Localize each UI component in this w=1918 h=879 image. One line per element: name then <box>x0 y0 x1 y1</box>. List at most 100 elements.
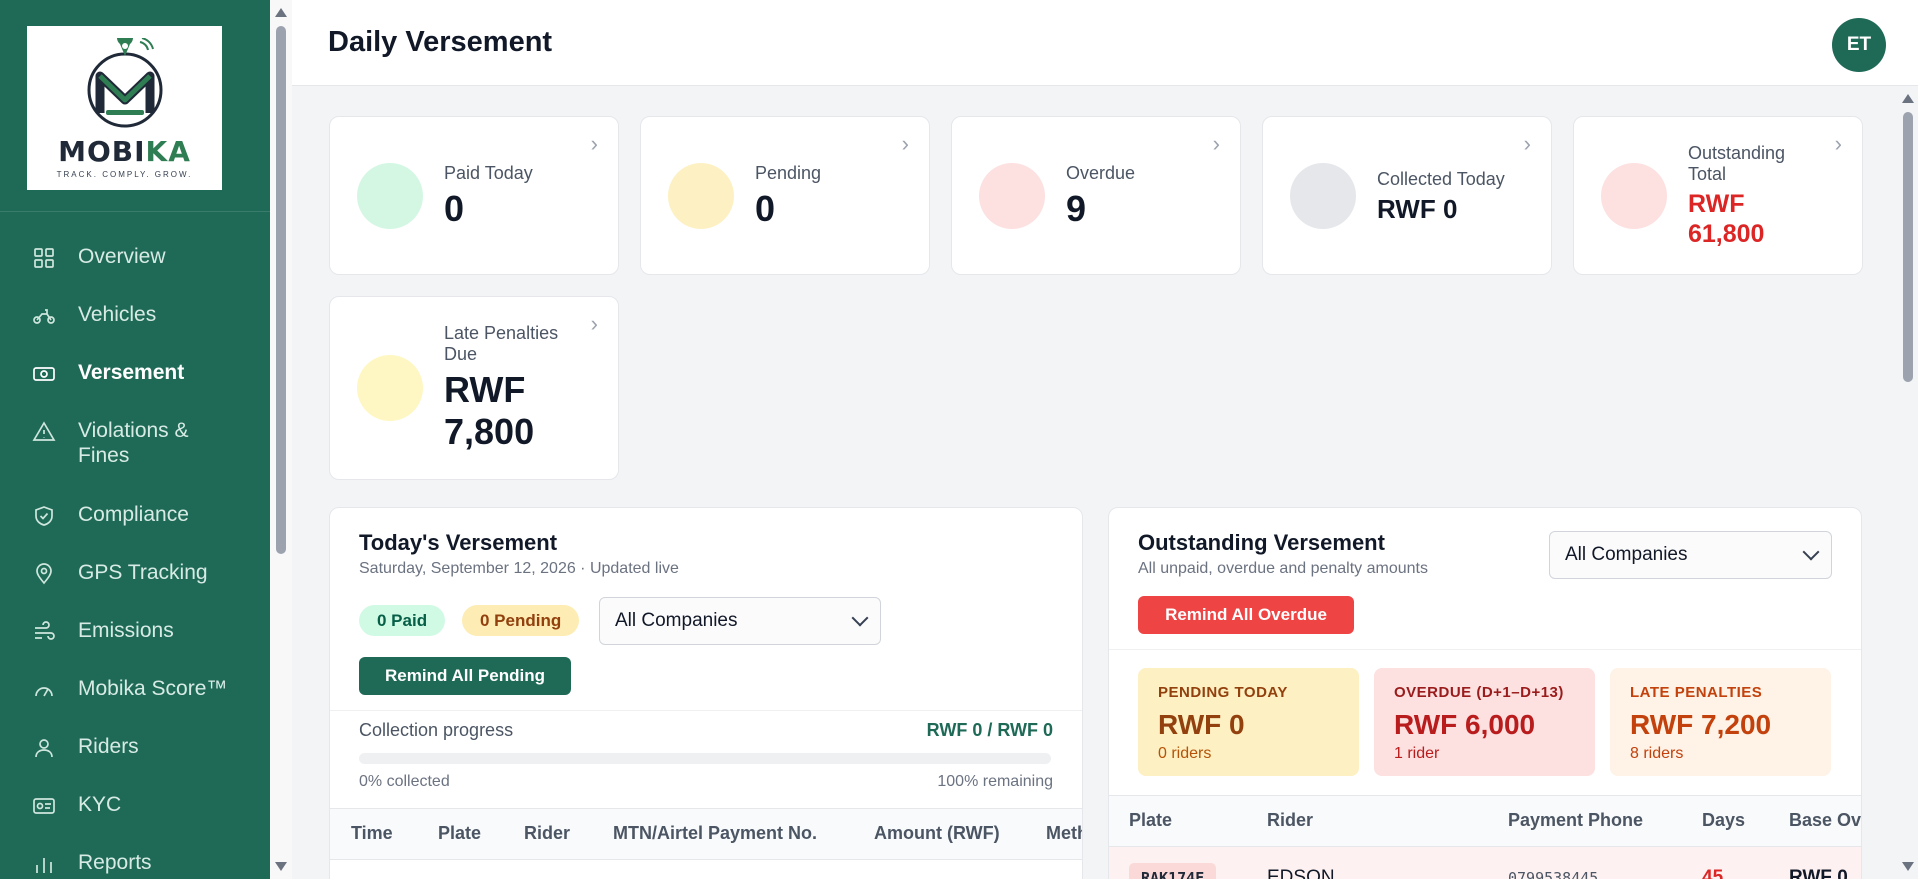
sidebar-item-overview[interactable]: Overview <box>0 236 270 294</box>
rider-cell: EDSON <box>1267 867 1335 879</box>
stat-label: Overdue <box>1066 163 1136 183</box>
column-header[interactable]: Rider <box>1267 810 1313 831</box>
days-cell: 45 <box>1702 867 1724 879</box>
sidebar-item-label: Mobika Score™ <box>78 677 228 700</box>
user-icon <box>32 736 56 760</box>
sidebar-item-label: Overview <box>78 245 166 268</box>
stat-value: RWF 7,800 <box>444 369 535 452</box>
base-cell: RWF 0 <box>1789 867 1848 879</box>
column-header[interactable]: Amount (RWF) <box>874 823 1000 844</box>
summary-value: RWF 0 <box>1158 709 1245 740</box>
chevron-right-icon: › <box>901 131 909 156</box>
stat-card-collected-today[interactable]: Collected Today RWF 0 › <box>1262 116 1552 275</box>
stat-text: Outstanding Total RWF 61,800 <box>1688 143 1818 249</box>
sidebar-item-mobika-score[interactable]: Mobika Score™ <box>0 668 270 726</box>
gauge-icon <box>32 678 56 702</box>
sidebar-item-versement[interactable]: Versement <box>0 352 270 410</box>
column-header[interactable]: Payment Phone <box>1508 810 1643 831</box>
panel-title: Today's Versement <box>359 530 558 555</box>
plate-badge: RAK174F <box>1129 863 1217 879</box>
stat-circle <box>1601 163 1667 229</box>
column-header[interactable]: Days <box>1702 810 1745 831</box>
stat-text: Pending 0 <box>755 163 821 228</box>
warning-icon <box>32 420 56 444</box>
sidebar-item-riders[interactable]: Riders <box>0 726 270 784</box>
column-header[interactable]: Plate <box>1129 810 1172 831</box>
scroll-up-arrow[interactable] <box>275 8 287 17</box>
sidebar-scrollbar[interactable] <box>270 0 292 879</box>
sidebar-item-label: Violations & Fines <box>78 419 189 467</box>
stat-text: Paid Today 0 <box>444 163 533 228</box>
scroll-down-arrow[interactable] <box>1902 862 1914 871</box>
stat-card-overdue[interactable]: Overdue 9 › <box>951 116 1241 275</box>
stat-circle <box>979 163 1045 229</box>
stat-text: Late Penalties Due RWF 7,800 <box>444 323 594 453</box>
stat-card-late-penalties[interactable]: Late Penalties Due RWF 7,800 › <box>329 296 619 480</box>
progress-remaining: 100% remaining <box>937 773 1053 790</box>
summary-pending-today[interactable]: PENDING TODAY RWF 0 0 riders <box>1138 668 1359 776</box>
sidebar-item-violations-fines[interactable]: Violations & Fines <box>0 410 270 494</box>
stat-text: Overdue 9 <box>1066 163 1135 228</box>
select-value: All Companies <box>615 610 738 631</box>
brand-logo[interactable]: MOBIKA TRACK. COMPLY. GROW. <box>27 26 222 190</box>
progress-amount: RWF 0 / RWF 0 <box>926 720 1053 740</box>
sidebar-item-kyc[interactable]: KYC <box>0 784 270 842</box>
sidebar-item-label: Compliance <box>78 503 189 526</box>
remind-all-overdue-button[interactable]: Remind All Overdue <box>1138 596 1354 634</box>
scroll-down-arrow[interactable] <box>275 862 287 871</box>
stat-label: Collected Today <box>1377 169 1505 189</box>
main-scrollbar[interactable] <box>1898 86 1918 879</box>
chevron-right-icon: › <box>590 311 598 336</box>
stat-circle <box>357 163 423 229</box>
avatar[interactable]: ET <box>1832 18 1886 72</box>
sidebar-item-label: Versement <box>78 361 185 384</box>
emissions-icon <box>32 620 56 644</box>
sidebar-item-label: GPS Tracking <box>78 561 208 584</box>
column-header[interactable]: MTN/Airtel Payment No. <box>613 823 817 844</box>
top-header: Daily Versement ET <box>292 0 1918 86</box>
bar-chart-icon <box>32 852 56 876</box>
cash-icon <box>32 362 56 386</box>
table-row[interactable]: RAK174F EDSON 0799538445 45 RWF 0 <box>1109 847 1861 879</box>
column-header[interactable]: Rider <box>524 823 570 844</box>
sidebar-item-label: Emissions <box>78 619 174 642</box>
pending-count-pill[interactable]: 0 Pending <box>462 605 580 636</box>
column-header[interactable]: Time <box>351 823 393 844</box>
panel-title: Outstanding Versement <box>1138 530 1385 555</box>
paid-count-pill[interactable]: 0 Paid <box>359 605 446 636</box>
sidebar-item-compliance[interactable]: Compliance <box>0 494 270 552</box>
chevron-right-icon: › <box>1834 131 1842 156</box>
scrollbar-thumb[interactable] <box>276 26 286 554</box>
brand-name: MOBIKA <box>58 134 191 168</box>
grid-icon <box>32 246 56 270</box>
sidebar-divider <box>0 211 270 212</box>
company-filter-select[interactable]: All Companies <box>599 597 881 645</box>
remind-all-pending-button[interactable]: Remind All Pending <box>359 657 571 695</box>
column-header[interactable]: Method <box>1046 823 1082 844</box>
company-filter-select[interactable]: All Companies <box>1549 531 1832 579</box>
summary-label: OVERDUE (D+1–D+13) <box>1394 684 1564 701</box>
sidebar-item-vehicles[interactable]: Vehicles <box>0 294 270 352</box>
summary-overdue[interactable]: OVERDUE (D+1–D+13) RWF 6,000 1 rider <box>1374 668 1595 776</box>
stat-circle <box>357 355 423 421</box>
sidebar-item-label: Vehicles <box>78 303 157 326</box>
summary-late-penalties[interactable]: LATE PENALTIES RWF 7,200 8 riders <box>1610 668 1831 776</box>
scrollbar-thumb[interactable] <box>1903 112 1913 382</box>
progress-collected: 0% collected <box>359 773 450 790</box>
sidebar-item-gps-tracking[interactable]: GPS Tracking <box>0 552 270 610</box>
brand-tagline: TRACK. COMPLY. GROW. <box>56 169 193 179</box>
sidebar-item-reports[interactable]: Reports <box>0 842 270 879</box>
summary-value: RWF 7,200 <box>1630 709 1772 740</box>
stat-card-outstanding-total[interactable]: Outstanding Total RWF 61,800 › <box>1573 116 1863 275</box>
column-header[interactable]: Plate <box>438 823 481 844</box>
sidebar-item-emissions[interactable]: Emissions <box>0 610 270 668</box>
stat-card-paid-today[interactable]: Paid Today 0 › <box>329 116 619 275</box>
summary-sub: 8 riders <box>1630 745 1684 762</box>
scroll-up-arrow[interactable] <box>1902 94 1914 103</box>
chevron-right-icon: › <box>1523 131 1531 156</box>
column-header[interactable]: Base Ov <box>1789 810 1861 831</box>
id-card-icon <box>32 794 56 818</box>
stat-card-pending[interactable]: Pending 0 › <box>640 116 930 275</box>
table-header-row: Plate Rider Payment Phone Days Base Ov <box>1109 795 1861 847</box>
summary-sub: 0 riders <box>1158 745 1212 762</box>
